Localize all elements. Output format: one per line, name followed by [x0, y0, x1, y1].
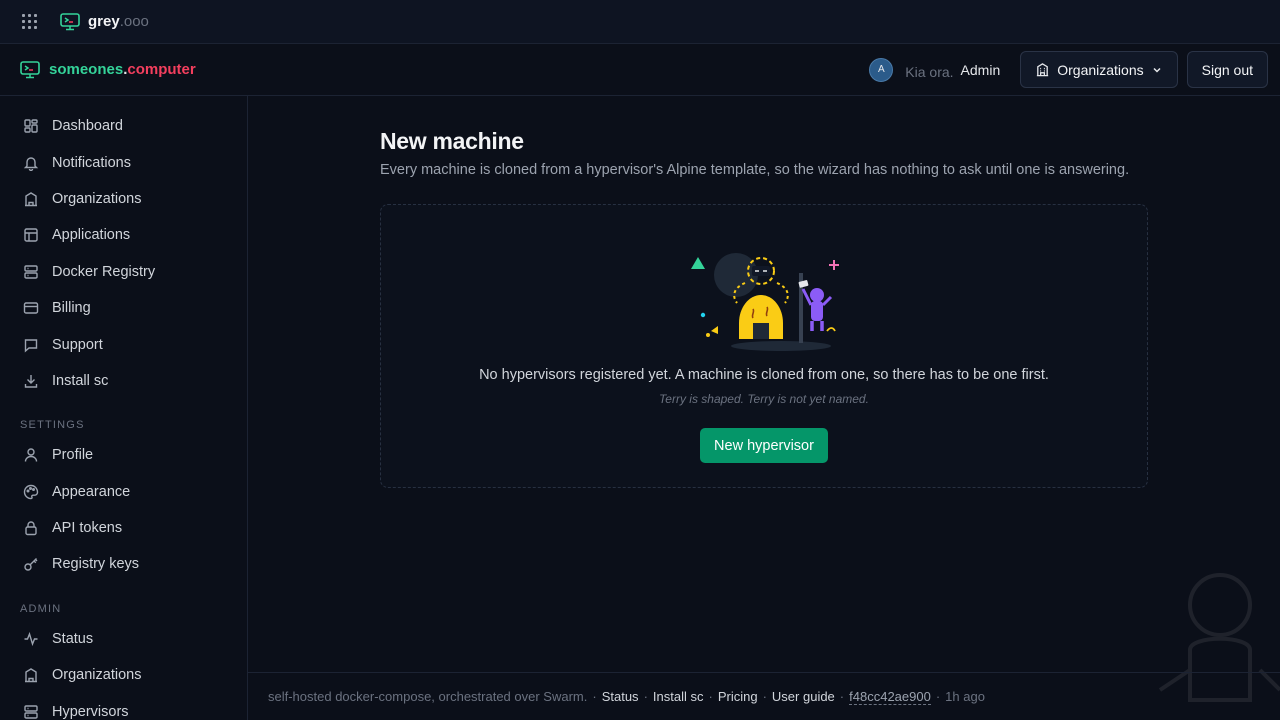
sidebar-item-label: Support — [52, 336, 103, 353]
sign-out-button[interactable]: Sign out — [1186, 51, 1268, 88]
site-brand-link[interactable]: someones.computer — [20, 60, 196, 79]
server-icon — [24, 265, 38, 279]
greeting-text: Kia ora. — [905, 63, 954, 80]
sidebar-item-billing[interactable]: Billing — [0, 290, 247, 326]
key-icon — [24, 558, 38, 572]
organizations-label: Organizations — [1057, 61, 1144, 78]
sidebar-item-label: Billing — [52, 300, 91, 317]
sidebar-item-support[interactable]: Support — [0, 326, 247, 362]
sidebar-item-label: Notifications — [52, 154, 131, 171]
page-subtitle: Every machine is cloned from a hyperviso… — [380, 162, 1130, 178]
app-switcher-bar: grey.ooo — [0, 0, 1280, 44]
sidebar-item-label: Install sc — [52, 372, 109, 389]
footer-link-status[interactable]: Status — [602, 689, 639, 704]
sidebar-item-appearance[interactable]: Appearance — [0, 474, 247, 510]
message-icon — [24, 338, 38, 353]
empty-state-card: No hypervisors registered yet. A machine… — [380, 204, 1148, 488]
terminal-monitor-icon — [20, 60, 40, 78]
lock-icon — [25, 521, 37, 536]
building-icon — [25, 668, 37, 683]
sidebar-item-status[interactable]: Status — [0, 621, 247, 657]
brand-part2: computer — [127, 61, 196, 78]
footer-separator: · — [839, 689, 845, 704]
download-icon — [24, 374, 38, 388]
grey-brand-name: grey — [88, 13, 120, 30]
organizations-dropdown-button[interactable]: Organizations — [1020, 51, 1178, 88]
empty-state-message: No hypervisors registered yet. A machine… — [479, 367, 1049, 383]
activity-icon — [24, 631, 38, 646]
sidebar-item-api-tokens[interactable]: API tokens — [0, 510, 247, 546]
sidebar-item-docker-registry[interactable]: Docker Registry — [0, 254, 247, 290]
sidebar-item-label: Profile — [52, 447, 94, 464]
footer-link-install-sc[interactable]: Install sc — [653, 689, 704, 704]
avatar[interactable]: A — [869, 57, 894, 82]
sidebar-item-organizations[interactable]: Organizations — [0, 181, 247, 217]
palette-icon — [23, 484, 39, 499]
sidebar-item-admin-organizations[interactable]: Organizations — [0, 657, 247, 693]
sidebar-item-label: Appearance — [52, 483, 131, 500]
bell-icon — [23, 156, 39, 171]
sidebar: Dashboard Notifications Organizations Ap… — [0, 96, 248, 720]
site-header: someones.computer A Kia ora. Admin Organ… — [0, 44, 1280, 96]
sidebar-item-label: Registry keys — [52, 556, 140, 573]
sidebar-item-hypervisors[interactable]: Hypervisors — [0, 693, 247, 720]
robot-illustration — [691, 253, 839, 351]
page-title: New machine — [380, 128, 524, 154]
main-content: New machine Every machine is cloned from… — [248, 96, 1280, 672]
brand-part1: someones — [49, 61, 124, 78]
sidebar-item-applications[interactable]: Applications — [0, 217, 247, 253]
sidebar-item-profile[interactable]: Profile — [0, 437, 247, 473]
grey-brand-tld: .ooo — [119, 13, 149, 30]
sidebar-item-label: Organizations — [52, 667, 142, 684]
footer-separator: · — [708, 689, 713, 704]
dashboard-icon — [24, 119, 38, 133]
sidebar-item-notifications[interactable]: Notifications — [0, 144, 247, 180]
site-footer: self-hosted docker-compose, orchestrated… — [248, 672, 1280, 720]
footer-commit-hash[interactable]: f48cc42ae900 — [849, 689, 931, 705]
building-icon — [1037, 63, 1049, 77]
footer-link-pricing[interactable]: Pricing — [718, 689, 758, 704]
server-icon — [24, 704, 38, 719]
user-icon — [24, 448, 38, 462]
footer-separator: · — [592, 689, 597, 704]
chevron-down-icon — [1153, 67, 1161, 73]
new-hypervisor-button[interactable]: New hypervisor — [700, 428, 828, 463]
footer-description: self-hosted docker-compose, orchestrated… — [268, 689, 588, 704]
role-label: Admin — [960, 61, 1001, 78]
footer-link-user-guide[interactable]: User guide — [772, 689, 835, 704]
building-icon — [25, 192, 37, 207]
sidebar-item-label: API tokens — [52, 520, 123, 537]
credit-card-icon — [23, 302, 39, 314]
sidebar-item-registry-keys[interactable]: Registry keys — [0, 546, 247, 582]
sidebar-item-label: Status — [52, 630, 94, 647]
sidebar-item-label: Docker Registry — [52, 263, 156, 280]
terminal-monitor-icon — [60, 12, 80, 30]
sidebar-item-label: Hypervisors — [52, 703, 129, 720]
admin-heading: ADMIN — [20, 602, 62, 615]
header-actions: A Kia ora. Admin Organizations Sign out — [869, 51, 1268, 88]
sidebar-item-label: Dashboard — [52, 118, 123, 135]
footer-separator: · — [762, 689, 767, 704]
sidebar-item-label: Organizations — [52, 190, 142, 207]
footer-separator: · — [643, 689, 648, 704]
footer-deploy-age: 1h ago — [945, 689, 985, 704]
grey-brand-link[interactable]: grey.ooo — [60, 12, 149, 31]
footer-separator: · — [935, 689, 941, 704]
sidebar-item-install-sc[interactable]: Install sc — [0, 363, 247, 399]
layout-icon — [24, 228, 38, 243]
settings-heading: SETTINGS — [20, 419, 85, 432]
sidebar-item-dashboard[interactable]: Dashboard — [0, 108, 247, 144]
empty-state-caption: Terry is shaped. Terry is not yet named. — [659, 392, 869, 406]
apps-grid-icon[interactable] — [22, 13, 38, 30]
sidebar-item-label: Applications — [52, 227, 131, 244]
